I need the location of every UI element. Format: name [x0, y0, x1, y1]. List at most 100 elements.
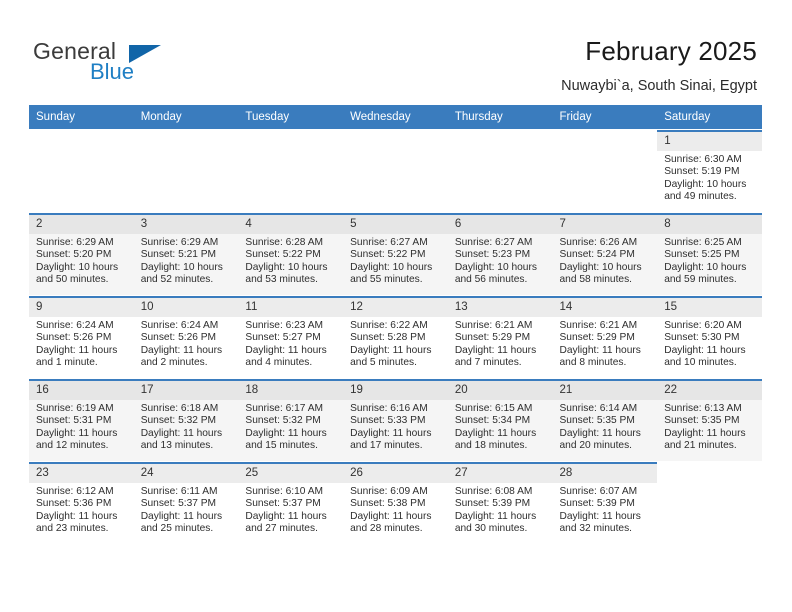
day-cell-inner: 17 Sunrise: 6:18 AM Sunset: 5:32 PM Dayligh…: [133, 379, 239, 461]
calendar-day-cell[interactable]: 9 Sunrise: 6:24 AM Sunset: 5:26 PM Daylight…: [29, 295, 134, 379]
calendar-day-cell[interactable]: 18 Sunrise: 6:17 AM Sunset: 5:32 PM Dayligh…: [238, 378, 344, 462]
day-cell-inner: 26 Sunrise: 6:09 AM Sunset: 5:38 PM Dayligh…: [343, 462, 448, 544]
sunset-text: Sunset: 5:22 PM: [350, 249, 426, 261]
calendar-day-cell[interactable]: 23 Sunrise: 6:12 AM Sunset: 5:36 PM Dayligh…: [29, 461, 134, 544]
sunset-text: Sunset: 5:28 PM: [350, 332, 426, 344]
sunrise-text: Sunrise: 6:29 AM: [140, 237, 219, 248]
day-cell-inner: [553, 130, 658, 212]
calendar-day-cell[interactable]: 16 Sunrise: 6:19 AM Sunset: 5:31 PM Dayligh…: [29, 378, 134, 462]
calendar-day-cell[interactable]: 7 Sunrise: 6:26 AM Sunset: 5:24 PM Daylight…: [552, 212, 658, 296]
calendar-day-cell[interactable]: 3 Sunrise: 6:29 AM Sunset: 5:21 PM Daylight…: [133, 212, 239, 296]
day-cell-inner: [448, 130, 553, 212]
calendar-day-cell[interactable]: 25 Sunrise: 6:10 AM Sunset: 5:37 PM Dayligh…: [238, 461, 344, 544]
calendar-day-cell[interactable]: 8 Sunrise: 6:25 AM Sunset: 5:25 PM Daylight…: [657, 212, 762, 296]
daylight-text: Daylight: 11 hours and 28 minutes.: [350, 510, 432, 535]
calendar-header-row: Sunday Monday Tuesday Wednesday Thursday…: [29, 105, 762, 130]
day-sun-info: Sunrise: 6:25 AM Sunset: 5:25 PM Daylight:…: [657, 234, 762, 287]
day-cell-inner: 9 Sunrise: 6:24 AM Sunset: 5:26 PM Daylight…: [29, 296, 134, 378]
sunrise-text: Sunrise: 6:24 AM: [36, 320, 114, 331]
day-number: 27: [447, 464, 553, 483]
daylight-text: Daylight: 11 hours and 5 minutes.: [350, 344, 432, 369]
calendar-day-cell[interactable]: 19 Sunrise: 6:16 AM Sunset: 5:33 PM Dayligh…: [343, 378, 448, 462]
daylight-text: Daylight: 10 hours and 50 minutes.: [36, 261, 119, 286]
day-number: [29, 130, 134, 149]
day-cell-inner: 6 Sunrise: 6:27 AM Sunset: 5:23 PM Daylight…: [447, 213, 553, 295]
day-number: 12: [343, 298, 448, 317]
daylight-text: Daylight: 11 hours and 30 minutes.: [454, 510, 537, 535]
calendar-day-cell[interactable]: 1 Sunrise: 6:30 AM Sunset: 5:19 PM Daylight…: [657, 129, 762, 213]
daylight-text: Daylight: 11 hours and 32 minutes.: [559, 510, 641, 535]
weekday-header-thursday: Thursday: [447, 105, 553, 130]
day-sun-info: Sunrise: 6:28 AM Sunset: 5:22 PM Daylight:…: [238, 234, 343, 287]
daylight-text: Daylight: 11 hours and 7 minutes.: [454, 344, 537, 369]
day-cell-inner: 21 Sunrise: 6:14 AM Sunset: 5:35 PM Dayligh…: [552, 379, 658, 461]
sunrise-text: Sunrise: 6:17 AM: [245, 403, 323, 414]
calendar-day-cell[interactable]: 12 Sunrise: 6:22 AM Sunset: 5:28 PM Dayligh…: [343, 295, 448, 379]
day-number: 16: [29, 381, 134, 400]
calendar-day-cell[interactable]: 6 Sunrise: 6:27 AM Sunset: 5:23 PM Daylight…: [447, 212, 553, 296]
day-number: 25: [238, 464, 344, 483]
calendar-day-cell[interactable]: 24 Sunrise: 6:11 AM Sunset: 5:37 PM Dayligh…: [133, 461, 239, 544]
sunset-text: Sunset: 5:26 PM: [140, 332, 217, 344]
daylight-text: Daylight: 11 hours and 13 minutes.: [140, 427, 223, 452]
day-cell-inner: 10 Sunrise: 6:24 AM Sunset: 5:26 PM Dayligh…: [133, 296, 239, 378]
calendar-day-cell[interactable]: 13 Sunrise: 6:21 AM Sunset: 5:29 PM Dayligh…: [447, 295, 553, 379]
day-sun-info: Sunrise: 6:24 AM Sunset: 5:26 PM Daylight:…: [29, 317, 134, 370]
weekday-header-tuesday: Tuesday: [238, 105, 344, 130]
sunrise-text: Sunrise: 6:10 AM: [245, 486, 323, 497]
day-number: 7: [552, 215, 658, 234]
day-cell-inner: 12 Sunrise: 6:22 AM Sunset: 5:28 PM Dayligh…: [343, 296, 448, 378]
calendar-day-cell[interactable]: 11 Sunrise: 6:23 AM Sunset: 5:27 PM Dayligh…: [238, 295, 344, 379]
calendar-day-cell[interactable]: 21 Sunrise: 6:14 AM Sunset: 5:35 PM Dayligh…: [552, 378, 658, 462]
daylight-text: Daylight: 10 hours and 53 minutes.: [245, 261, 328, 286]
daylight-text: Daylight: 11 hours and 20 minutes.: [559, 427, 641, 452]
day-number: 10: [133, 298, 239, 317]
calendar-empty-cell: [133, 129, 239, 213]
sunset-text: Sunset: 5:33 PM: [350, 415, 426, 427]
calendar-day-cell[interactable]: 5 Sunrise: 6:27 AM Sunset: 5:22 PM Daylight…: [343, 212, 448, 296]
day-cell-inner: 11 Sunrise: 6:23 AM Sunset: 5:27 PM Dayligh…: [238, 296, 344, 378]
daylight-text: Daylight: 11 hours and 17 minutes.: [350, 427, 432, 452]
page-subtitle-location: Nuwaybi`a, South Sinai, Egypt: [561, 78, 757, 94]
day-sun-info: Sunrise: 6:12 AM Sunset: 5:36 PM Daylight:…: [29, 483, 134, 536]
day-number: 13: [447, 298, 553, 317]
day-cell-inner: 16 Sunrise: 6:19 AM Sunset: 5:31 PM Dayligh…: [29, 379, 134, 461]
day-number: 6: [447, 215, 553, 234]
calendar-day-cell[interactable]: 14 Sunrise: 6:21 AM Sunset: 5:29 PM Dayligh…: [552, 295, 658, 379]
calendar-day-cell[interactable]: 27 Sunrise: 6:08 AM Sunset: 5:39 PM Dayligh…: [447, 461, 553, 544]
day-number: 5: [343, 215, 448, 234]
day-number: [343, 130, 448, 149]
sunrise-text: Sunrise: 6:27 AM: [350, 237, 428, 248]
calendar-day-cell[interactable]: 2 Sunrise: 6:29 AM Sunset: 5:20 PM Daylight…: [29, 212, 134, 296]
calendar-day-cell[interactable]: 10 Sunrise: 6:24 AM Sunset: 5:26 PM Dayligh…: [133, 295, 239, 379]
daylight-text: Daylight: 10 hours and 49 minutes.: [664, 178, 747, 203]
day-number: 28: [552, 464, 658, 483]
sunset-text: Sunset: 5:23 PM: [454, 249, 531, 261]
sunrise-text: Sunrise: 6:14 AM: [559, 403, 638, 414]
sunrise-text: Sunrise: 6:19 AM: [36, 403, 114, 414]
calendar-day-cell[interactable]: 28 Sunrise: 6:07 AM Sunset: 5:39 PM Dayligh…: [552, 461, 658, 544]
daylight-text: Daylight: 10 hours and 58 minutes.: [559, 261, 642, 286]
calendar-day-cell[interactable]: 22 Sunrise: 6:13 AM Sunset: 5:35 PM Dayligh…: [657, 378, 762, 462]
daylight-text: Daylight: 11 hours and 10 minutes.: [664, 344, 746, 369]
page-title: February 2025: [585, 36, 757, 66]
calendar-day-cell[interactable]: 15 Sunrise: 6:20 AM Sunset: 5:30 PM Dayligh…: [657, 295, 762, 379]
calendar-day-cell[interactable]: 20 Sunrise: 6:15 AM Sunset: 5:34 PM Dayligh…: [447, 378, 553, 462]
sunrise-text: Sunrise: 6:21 AM: [454, 320, 533, 331]
calendar-day-cell[interactable]: 26 Sunrise: 6:09 AM Sunset: 5:38 PM Dayligh…: [343, 461, 448, 544]
day-sun-info: Sunrise: 6:18 AM Sunset: 5:32 PM Daylight:…: [134, 400, 239, 453]
sunrise-text: Sunrise: 6:18 AM: [140, 403, 219, 414]
general-blue-logo[interactable]: General Blue: [33, 38, 243, 88]
day-cell-inner: 24 Sunrise: 6:11 AM Sunset: 5:37 PM Dayligh…: [133, 462, 239, 544]
daylight-text: Daylight: 11 hours and 23 minutes.: [36, 510, 118, 535]
day-sun-info: Sunrise: 6:14 AM Sunset: 5:35 PM Daylight:…: [553, 400, 658, 453]
calendar-day-cell[interactable]: 4 Sunrise: 6:28 AM Sunset: 5:22 PM Daylight…: [238, 212, 344, 296]
daylight-text: Daylight: 11 hours and 27 minutes.: [245, 510, 327, 535]
calendar-empty-cell: [238, 129, 344, 213]
sunrise-text: Sunrise: 6:26 AM: [559, 237, 638, 248]
day-cell-inner: [238, 130, 343, 212]
sunrise-text: Sunrise: 6:24 AM: [140, 320, 219, 331]
calendar-page: General Blue February 2025 Nuwaybi`a, So…: [0, 0, 792, 612]
calendar-day-cell[interactable]: 17 Sunrise: 6:18 AM Sunset: 5:32 PM Dayligh…: [133, 378, 239, 462]
calendar-empty-cell: [552, 129, 658, 213]
